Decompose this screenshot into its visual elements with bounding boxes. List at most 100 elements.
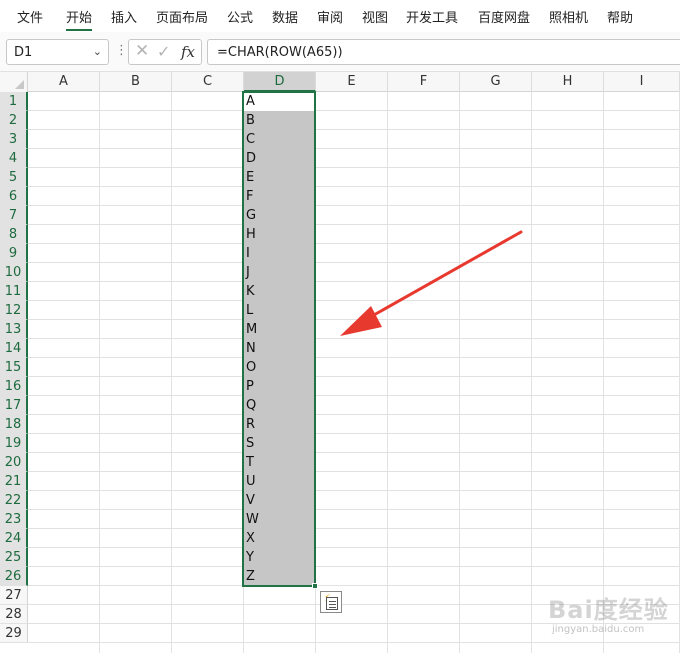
row-header-23[interactable]: 23 bbox=[0, 510, 28, 529]
row-gridline bbox=[28, 338, 680, 339]
column-header-b[interactable]: B bbox=[100, 72, 172, 92]
row-header-3[interactable]: 3 bbox=[0, 130, 28, 149]
row-header-15[interactable]: 15 bbox=[0, 358, 28, 377]
menu-insert[interactable]: 插入 bbox=[111, 7, 137, 26]
menu-help[interactable]: 帮助 bbox=[607, 7, 633, 26]
column-gridline bbox=[387, 92, 388, 653]
row-gridline bbox=[28, 490, 680, 491]
column-gridline bbox=[459, 92, 460, 653]
chevron-down-icon[interactable]: ⌄ bbox=[93, 45, 102, 58]
column-header-d[interactable]: D bbox=[244, 72, 316, 92]
formula-input[interactable]: =CHAR(ROW(A65)) bbox=[207, 39, 680, 65]
row-gridline bbox=[28, 433, 680, 434]
row-gridline bbox=[28, 148, 680, 149]
row-header-20[interactable]: 20 bbox=[0, 453, 28, 472]
quick-analysis-button[interactable]: ⚡ bbox=[320, 591, 342, 613]
formula-text: =CHAR(ROW(A65)) bbox=[217, 45, 343, 60]
column-header-i[interactable]: I bbox=[604, 72, 680, 92]
row-header-6[interactable]: 6 bbox=[0, 187, 28, 206]
row-header-8[interactable]: 8 bbox=[0, 225, 28, 244]
fill-handle[interactable] bbox=[312, 583, 318, 589]
row-header-17[interactable]: 17 bbox=[0, 396, 28, 415]
row-header-22[interactable]: 22 bbox=[0, 491, 28, 510]
row-header-11[interactable]: 11 bbox=[0, 282, 28, 301]
row-header-27[interactable]: 27 bbox=[0, 586, 28, 605]
column-header-a[interactable]: A bbox=[28, 72, 100, 92]
watermark-logo: Bai度经验 bbox=[548, 596, 669, 624]
row-gridline bbox=[28, 205, 680, 206]
row-header-21[interactable]: 21 bbox=[0, 472, 28, 491]
row-gridline bbox=[28, 281, 680, 282]
row-header-16[interactable]: 16 bbox=[0, 377, 28, 396]
column-gridline bbox=[603, 92, 604, 653]
row-gridline bbox=[28, 452, 680, 453]
quick-analysis-icon bbox=[326, 597, 338, 610]
watermark-url: jingyan.baidu.com bbox=[552, 624, 645, 635]
row-gridline bbox=[28, 167, 680, 168]
row-gridline bbox=[28, 129, 680, 130]
row-header-10[interactable]: 10 bbox=[0, 263, 28, 282]
row-gridline bbox=[28, 357, 680, 358]
row-gridline bbox=[28, 566, 680, 567]
row-header-4[interactable]: 4 bbox=[0, 149, 28, 168]
row-header-19[interactable]: 19 bbox=[0, 434, 28, 453]
menu-data[interactable]: 数据 bbox=[272, 7, 298, 26]
select-all-corner[interactable] bbox=[0, 72, 28, 92]
column-header-f[interactable]: F bbox=[388, 72, 460, 92]
column-gridline bbox=[99, 92, 100, 653]
row-gridline bbox=[28, 471, 680, 472]
ribbon-menu: 文件 开始 插入 页面布局 公式 数据 审阅 视图 开发工具 百度网盘 照相机 … bbox=[0, 0, 680, 32]
row-header-13[interactable]: 13 bbox=[0, 320, 28, 339]
column-header-e[interactable]: E bbox=[316, 72, 388, 92]
row-header-7[interactable]: 7 bbox=[0, 206, 28, 225]
row-gridline bbox=[28, 224, 680, 225]
formula-buttons: ✕ ✓ fx bbox=[128, 39, 202, 65]
cancel-icon[interactable]: ✕ bbox=[135, 41, 149, 61]
check-icon[interactable]: ✓ bbox=[157, 42, 170, 61]
row-header-2[interactable]: 2 bbox=[0, 111, 28, 130]
row-header-12[interactable]: 12 bbox=[0, 301, 28, 320]
insert-function-icon[interactable]: fx bbox=[181, 43, 195, 61]
row-gridline bbox=[28, 186, 680, 187]
select-all-icon bbox=[15, 80, 24, 89]
row-gridline bbox=[28, 110, 680, 111]
menu-file[interactable]: 文件 bbox=[17, 7, 43, 26]
row-gridline bbox=[28, 262, 680, 263]
row-gridline bbox=[28, 509, 680, 510]
column-gridline bbox=[531, 92, 532, 653]
column-header-g[interactable]: G bbox=[460, 72, 532, 92]
row-header-28[interactable]: 28 bbox=[0, 605, 28, 624]
menu-formulas[interactable]: 公式 bbox=[227, 7, 253, 26]
menu-page-layout[interactable]: 页面布局 bbox=[156, 7, 208, 26]
menu-view[interactable]: 视图 bbox=[362, 7, 388, 26]
column-header-h[interactable]: H bbox=[532, 72, 604, 92]
menu-developer[interactable]: 开发工具 bbox=[406, 7, 458, 26]
row-header-5[interactable]: 5 bbox=[0, 168, 28, 187]
row-gridline bbox=[28, 414, 680, 415]
menu-camera[interactable]: 照相机 bbox=[549, 7, 588, 26]
menu-baidu-netdisk[interactable]: 百度网盘 bbox=[478, 7, 530, 26]
row-header-1[interactable]: 1 bbox=[0, 92, 28, 111]
menu-home[interactable]: 开始 bbox=[66, 7, 93, 31]
row-header-25[interactable]: 25 bbox=[0, 548, 28, 567]
selection-border bbox=[242, 91, 316, 587]
column-header-c[interactable]: C bbox=[172, 72, 244, 92]
row-gridline bbox=[28, 547, 680, 548]
worksheet-grid[interactable]: ABCDEFGHI 1 2 3 4 5 6 7 8 9 10 11 12 13 14 15 16 17 18 19 2… bbox=[0, 72, 680, 653]
row-header-26[interactable]: 26 bbox=[0, 567, 28, 586]
row-header-9[interactable]: 9 bbox=[0, 244, 28, 263]
row-header-24[interactable]: 24 bbox=[0, 529, 28, 548]
name-box-value: D1 bbox=[14, 45, 33, 60]
row-header-14[interactable]: 14 bbox=[0, 339, 28, 358]
formula-bar: D1 ⌄ ⋮ ✕ ✓ fx =CHAR(ROW(A65)) bbox=[0, 32, 680, 72]
row-gridline bbox=[28, 319, 680, 320]
name-box[interactable]: D1 ⌄ bbox=[6, 39, 109, 65]
row-header-18[interactable]: 18 bbox=[0, 415, 28, 434]
menu-review[interactable]: 审阅 bbox=[317, 7, 343, 26]
row-gridline bbox=[28, 300, 680, 301]
row-gridline bbox=[28, 395, 680, 396]
row-gridline bbox=[28, 243, 680, 244]
row-header-29[interactable]: 29 bbox=[0, 624, 28, 643]
more-vertical-icon[interactable]: ⋮ bbox=[115, 43, 128, 58]
row-gridline bbox=[28, 376, 680, 377]
